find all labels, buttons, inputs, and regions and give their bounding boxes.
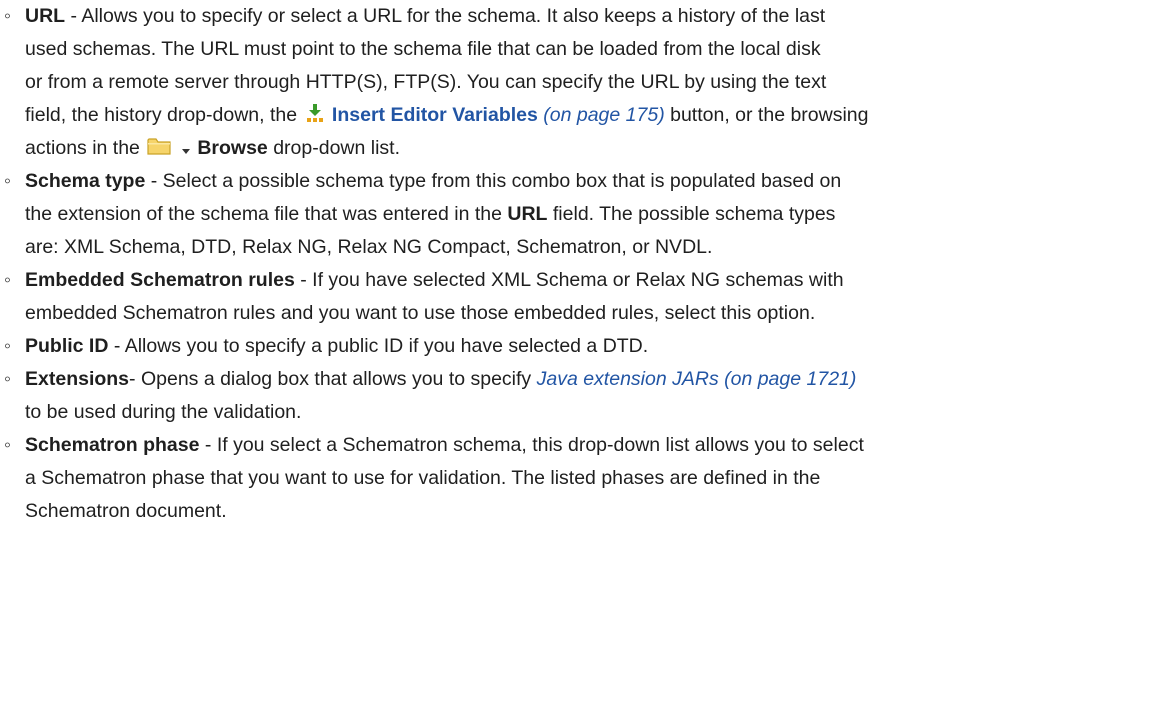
- list-item-embedded-schematron: ◦ Embedded Schematron rules - If you hav…: [4, 264, 1170, 330]
- term-embedded-schematron: Embedded Schematron rules: [25, 269, 295, 291]
- browse-label: Browse: [197, 137, 268, 159]
- insert-editor-variables-icon: [305, 101, 325, 134]
- term-public-id: Public ID: [25, 335, 109, 357]
- dropdown-arrow-icon: [181, 134, 191, 167]
- term-schema-type: Schema type: [25, 170, 146, 192]
- folder-icon: [147, 134, 171, 167]
- bullet: ◦: [4, 335, 11, 357]
- term-schematron-phase: Schematron phase: [25, 434, 200, 456]
- list-item-extensions: ◦ Extensions- Opens a dialog box that al…: [4, 363, 1170, 429]
- bullet: ◦: [4, 170, 11, 192]
- term-url: URL: [25, 5, 66, 27]
- documentation-page: ◦ URL - Allows you to specify or select …: [0, 0, 1175, 725]
- bullet: ◦: [4, 5, 11, 27]
- java-extension-jars-link[interactable]: Java extension JARs (on page 1721): [537, 368, 857, 390]
- list-item-public-id: ◦ Public ID - Allows you to specify a pu…: [4, 330, 1170, 363]
- term-extensions: Extensions: [25, 368, 130, 390]
- bullet: ◦: [4, 434, 11, 456]
- insert-editor-variables-link[interactable]: Insert Editor Variables: [332, 104, 538, 126]
- bullet: ◦: [4, 368, 11, 390]
- list-item-schematron-phase: ◦ Schematron phase - If you select a Sch…: [4, 429, 1170, 528]
- insert-editor-variables-page-ref[interactable]: (on page 175): [543, 104, 664, 126]
- list-item-schema-type: ◦ Schema type - Select a possible schema…: [4, 165, 1170, 264]
- list-item-url: ◦ URL - Allows you to specify or select …: [4, 0, 1170, 165]
- bullet: ◦: [4, 269, 11, 291]
